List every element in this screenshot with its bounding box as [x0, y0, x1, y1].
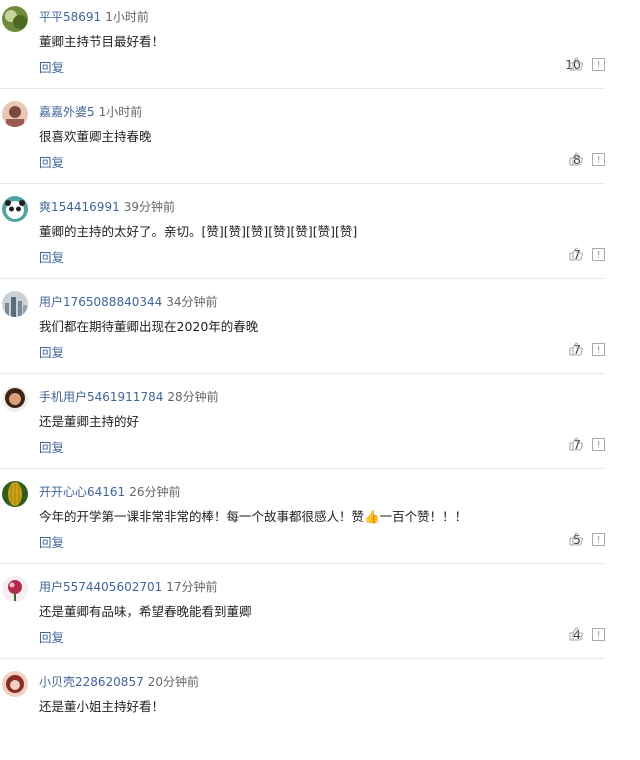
divider [0, 183, 604, 184]
username[interactable]: 小贝壳228620857 [39, 675, 144, 689]
username[interactable]: 开开心心64161 [39, 485, 125, 499]
avatar[interactable] [2, 671, 28, 697]
divider [0, 88, 604, 89]
avatar[interactable] [2, 576, 28, 602]
comment-list: 平平58691 1小时前 董卿主持节目最好看！ 回复 10 嘉嘉外婆5 1小时前 很… [0, 0, 640, 760]
comment-item: 用户5574405602701 17分钟前 还是董卿有品味，希望春晚能看到董卿 回… [0, 570, 640, 665]
comment-text: 我们都在期待董卿出现在2020年的春晚 [39, 319, 259, 334]
divider [0, 373, 604, 374]
thumbs-up-icon[interactable] [568, 531, 584, 547]
comment-time: 1小时前 [105, 10, 149, 24]
reply-button[interactable]: 回复 [39, 532, 64, 551]
thumbs-up-icon[interactable] [568, 436, 584, 452]
avatar[interactable] [2, 481, 28, 507]
comment-meta: 嘉嘉外婆5 1小时前 [39, 103, 142, 120]
comment-time: 34分钟前 [166, 295, 218, 309]
report-icon[interactable] [592, 248, 605, 261]
comment-meta: 用户5574405602701 17分钟前 [39, 578, 218, 595]
reply-button[interactable]: 回复 [39, 437, 64, 456]
comment-time: 17分钟前 [166, 580, 218, 594]
report-icon[interactable] [592, 628, 605, 641]
reply-button[interactable]: 回复 [39, 247, 64, 266]
username[interactable]: 手机用户5461911784 [39, 390, 163, 404]
avatar[interactable] [2, 196, 28, 222]
username[interactable]: 用户5574405602701 [39, 580, 162, 594]
report-icon[interactable] [592, 438, 605, 451]
comment-time: 20分钟前 [147, 675, 199, 689]
report-icon[interactable] [592, 343, 605, 356]
avatar[interactable] [2, 101, 28, 127]
comment-time: 28分钟前 [167, 390, 219, 404]
comment-time: 26分钟前 [129, 485, 181, 499]
comment-meta: 平平58691 1小时前 [39, 8, 149, 25]
reply-button[interactable]: 回复 [39, 627, 64, 646]
comment-meta: 用户1765088840344 34分钟前 [39, 293, 218, 310]
divider [0, 468, 604, 469]
thumbs-up-icon[interactable] [568, 626, 584, 642]
username[interactable]: 嘉嘉外婆5 [39, 105, 95, 119]
username[interactable]: 用户1765088840344 [39, 295, 162, 309]
divider [0, 278, 604, 279]
report-icon[interactable] [592, 153, 605, 166]
comment-meta: 开开心心64161 26分钟前 [39, 483, 180, 500]
thumbs-up-icon[interactable] [568, 341, 584, 357]
thumbs-up-icon[interactable] [568, 246, 584, 262]
comment-meta: 小贝壳228620857 20分钟前 [39, 673, 199, 690]
comment-item: 平平58691 1小时前 董卿主持节目最好看！ 回复 10 [0, 0, 640, 95]
report-icon[interactable] [592, 58, 605, 71]
avatar[interactable] [2, 6, 28, 32]
thumbs-up-icon[interactable] [568, 56, 584, 72]
reply-button[interactable]: 回复 [39, 342, 64, 361]
comment-item: 爽154416991 39分钟前 董卿的主持的太好了。亲切。[赞][赞][赞][赞… [0, 190, 640, 285]
comment-item: 嘉嘉外婆5 1小时前 很喜欢董卿主持春晚 回复 8 [0, 95, 640, 190]
reply-button[interactable]: 回复 [39, 57, 64, 76]
thumbs-up-icon[interactable] [568, 151, 584, 167]
divider [0, 563, 604, 564]
comment-text: 董卿主持节目最好看！ [39, 34, 165, 49]
comment-text: 还是董卿主持的好 [39, 414, 140, 429]
comment-item: 手机用户5461911784 28分钟前 还是董卿主持的好 回复 7 [0, 380, 640, 475]
comment-item: 小贝壳228620857 20分钟前 还是董小姐主持好看！ [0, 665, 640, 760]
comment-text: 董卿的主持的太好了。亲切。[赞][赞][赞][赞][赞][赞][赞] [39, 224, 358, 239]
comment-text: 还是董卿有品味，希望春晚能看到董卿 [39, 604, 252, 619]
comment-time: 39分钟前 [123, 200, 175, 214]
divider [0, 658, 604, 659]
avatar[interactable] [2, 291, 28, 317]
comment-item: 用户1765088840344 34分钟前 我们都在期待董卿出现在2020年的春晚… [0, 285, 640, 380]
username[interactable]: 爽154416991 [39, 200, 120, 214]
comment-meta: 爽154416991 39分钟前 [39, 198, 175, 215]
report-icon[interactable] [592, 533, 605, 546]
username[interactable]: 平平58691 [39, 10, 101, 24]
comment-text: 很喜欢董卿主持春晚 [39, 129, 152, 144]
comment-text: 还是董小姐主持好看！ [39, 699, 165, 714]
comment-time: 1小时前 [98, 105, 143, 119]
comment-text: 今年的开学第一课非常非常的棒！每一个故事都很感人！赞👍一百个赞！！！ [39, 509, 468, 524]
comment-meta: 手机用户5461911784 28分钟前 [39, 388, 219, 405]
comment-item: 开开心心64161 26分钟前 今年的开学第一课非常非常的棒！每一个故事都很感人！… [0, 475, 640, 570]
reply-button[interactable]: 回复 [39, 152, 64, 171]
avatar[interactable] [2, 386, 28, 412]
